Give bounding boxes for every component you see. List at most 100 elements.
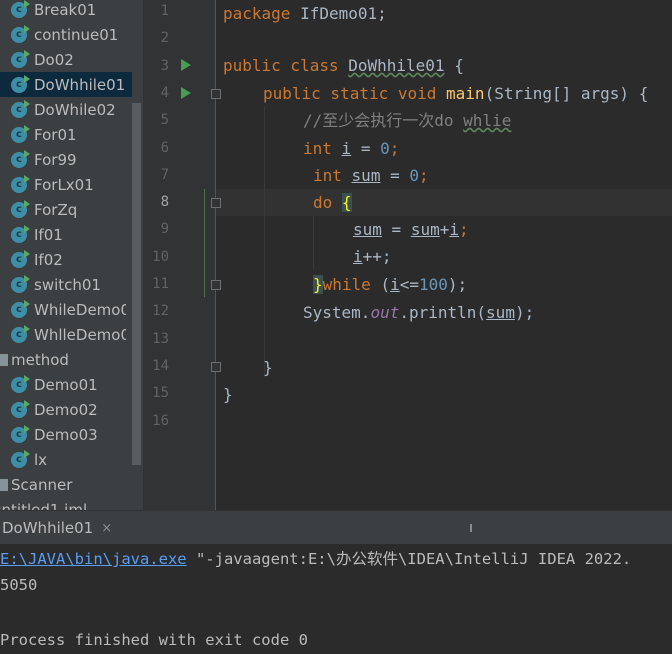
- fold-marker-icon[interactable]: [211, 280, 221, 290]
- line-number: 5: [160, 112, 169, 129]
- tree-item[interactable]: c ForZq: [0, 197, 132, 222]
- tree-folder[interactable]: method: [0, 347, 132, 372]
- tree-item[interactable]: c Demo02: [0, 397, 132, 422]
- java-exe-link[interactable]: E:\JAVA\bin\java.exe: [0, 550, 187, 568]
- java-class-icon: c: [11, 424, 30, 443]
- semicolon: ;: [459, 220, 469, 239]
- tree-item[interactable]: c Demo03: [0, 422, 132, 447]
- tree-item-label: For99: [34, 150, 77, 169]
- fold-marker-icon[interactable]: [211, 89, 221, 99]
- divider: [470, 524, 472, 532]
- java-class-icon: c: [11, 99, 30, 118]
- java-class-icon: c: [11, 324, 30, 343]
- current-line-highlight: [216, 189, 672, 216]
- java-class-icon: c: [11, 49, 30, 68]
- line-number: 12: [152, 303, 169, 320]
- line-number: 15: [152, 385, 169, 402]
- tree-item-label: If02: [34, 250, 63, 269]
- code-line-9: sum = sum+i;: [353, 216, 469, 243]
- java-class-icon: c: [11, 124, 30, 143]
- tree-item[interactable]: c Do02: [0, 47, 132, 72]
- tree-item[interactable]: c DoWhile02: [0, 97, 132, 122]
- code-line-7: int sum = 0;: [313, 162, 429, 189]
- tree-item[interactable]: c ForLx01: [0, 172, 132, 197]
- tree-item[interactable]: c For99: [0, 147, 132, 172]
- tree-item[interactable]: c Break01: [0, 0, 132, 22]
- java-class-icon: c: [11, 74, 30, 93]
- fold-marker-icon[interactable]: [211, 362, 221, 372]
- tree-item[interactable]: cWhlleDemo02: [0, 322, 132, 347]
- paren: );: [447, 275, 468, 294]
- punct: {: [444, 56, 464, 75]
- run-tab-label[interactable]: DoWhhile01: [0, 519, 93, 537]
- line-number: 4: [160, 84, 169, 101]
- tree-item[interactable]: c continue01: [0, 22, 132, 47]
- java-class-icon: c: [11, 24, 30, 43]
- tree-item-label: ForZq: [34, 200, 78, 219]
- keyword: public static void: [263, 84, 437, 103]
- number: 100: [418, 275, 448, 294]
- tree-folder[interactable]: Scanner: [0, 472, 132, 497]
- project-tree-scrollbar-thumb[interactable]: [132, 103, 141, 465]
- line-number: 3: [160, 57, 169, 74]
- operator: =: [380, 166, 410, 185]
- code-line-6: int i = 0;: [303, 135, 399, 162]
- line-number: 11: [152, 276, 169, 292]
- run-tab[interactable]: DoWhhile01 ×: [0, 511, 112, 545]
- line-number: 7: [160, 166, 169, 183]
- line-number: 6: [160, 139, 169, 156]
- indent-guide-active: [204, 189, 205, 297]
- tree-item-label: WhlleDemo02: [34, 325, 126, 344]
- code-line-4: public static void main(String[] args) {: [263, 80, 648, 107]
- tree-item[interactable]: cWhileDemo01: [0, 297, 132, 322]
- run-console[interactable]: E:\JAVA\bin\java.exe "-javaagent:E:\办公软件…: [0, 544, 672, 654]
- operator: =: [381, 220, 411, 239]
- tree-item-label: ForLx01: [34, 175, 94, 194]
- tree-item[interactable]: c DoWhhile01: [0, 72, 132, 97]
- method-call: .println(: [399, 303, 487, 322]
- closing-brace: }: [263, 358, 273, 377]
- operator: ++;: [362, 247, 392, 266]
- semicolon: ;: [419, 166, 429, 185]
- run-class-icon[interactable]: [181, 59, 191, 71]
- tree-file-label: untitled1.iml: [0, 500, 88, 511]
- keyword: public class: [223, 56, 339, 75]
- tree-item[interactable]: c lx: [0, 447, 132, 472]
- variable: i: [449, 220, 459, 239]
- line-number: 16: [152, 412, 169, 429]
- tree-item[interactable]: c Demo01: [0, 372, 132, 397]
- line-number: 1: [160, 3, 169, 19]
- indent-guide: [313, 216, 314, 270]
- code-line-5: //至少会执行一次do whlie: [303, 107, 511, 134]
- class-ref: System.: [303, 303, 371, 322]
- static-field: out: [370, 303, 400, 322]
- keyword: int: [303, 139, 332, 158]
- run-main-icon[interactable]: [181, 87, 191, 99]
- project-tree-scrollbar[interactable]: [132, 0, 143, 510]
- tree-item-label: Demo01: [34, 375, 98, 394]
- variable: i: [341, 139, 352, 158]
- class-name: DoWhhile01: [348, 56, 445, 75]
- code-editor[interactable]: 1 2 3 4 5 6 7 8 9 10 11 12 13 14 15 16 package IfDemo01…: [143, 0, 672, 510]
- package-name: IfDemo01;: [290, 4, 387, 23]
- operator: +: [439, 220, 450, 239]
- close-icon[interactable]: ×: [101, 521, 112, 536]
- tree-item[interactable]: untitled1.iml: [0, 497, 132, 511]
- tree-item-label: Demo02: [34, 400, 98, 419]
- indent-guide: [264, 107, 265, 377]
- tree-item-label: switch01: [34, 275, 101, 294]
- variable: sum: [353, 220, 382, 239]
- matched-brace: {: [341, 193, 352, 212]
- tree-item[interactable]: c For01: [0, 122, 132, 147]
- method-name: main: [446, 84, 485, 103]
- code-line-14: }: [263, 354, 273, 381]
- number: 0: [380, 139, 390, 158]
- variable: i: [353, 247, 363, 266]
- project-tree: c Break01 c continue01 c Do02 c DoWhhile01 c DoWh…: [0, 0, 132, 510]
- tree-item[interactable]: c If02: [0, 247, 132, 272]
- tree-item[interactable]: c switch01: [0, 272, 132, 297]
- variable: sum: [410, 220, 440, 239]
- line-number: 13: [152, 330, 169, 347]
- tree-item[interactable]: c If01: [0, 222, 132, 247]
- fold-marker-icon[interactable]: [211, 198, 221, 208]
